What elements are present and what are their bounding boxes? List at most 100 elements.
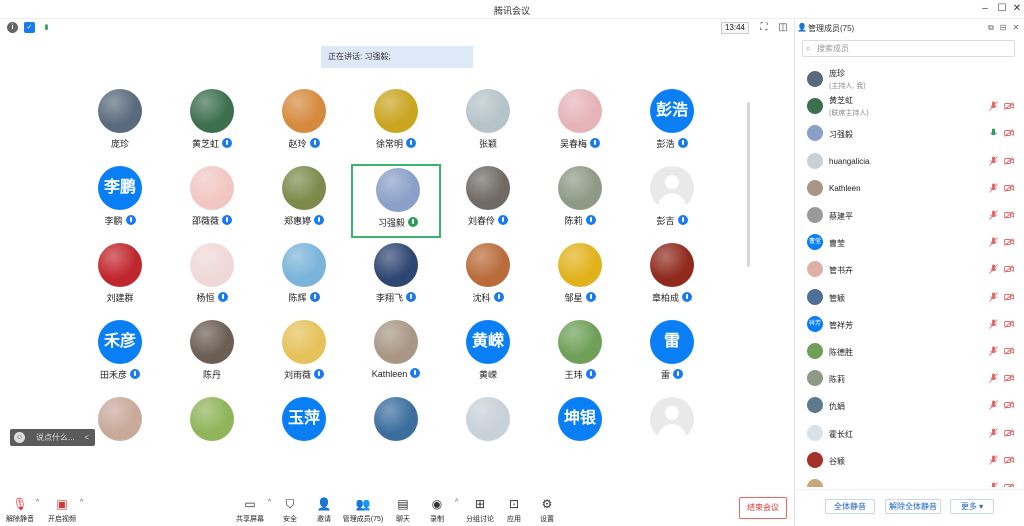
mic-muted-icon[interactable] xyxy=(989,482,998,487)
camera-off-icon[interactable] xyxy=(1004,157,1014,165)
quick-chat-input[interactable]: 说点什么... xyxy=(36,429,75,446)
member-row[interactable]: 陈德胜 xyxy=(796,339,1024,366)
member-row[interactable]: 陈莉 xyxy=(796,366,1024,393)
mic-muted-icon[interactable] xyxy=(989,319,998,329)
end-meeting-button[interactable]: 结束会议 xyxy=(739,497,787,519)
maximize-icon[interactable]: ☐ xyxy=(995,2,1009,16)
member-row[interactable]: 管书卉 xyxy=(796,257,1024,284)
participant-tile[interactable]: 杨恒 xyxy=(167,241,257,315)
participant-tile[interactable]: 沈科 xyxy=(443,241,533,315)
participant-tile[interactable] xyxy=(167,395,257,465)
participant-tile[interactable]: 禾彦 田禾彦 xyxy=(75,318,165,392)
participant-tile[interactable]: 玉萍 xyxy=(259,395,349,465)
breakout-button[interactable]: ⊞ 分组讨论 xyxy=(462,496,498,526)
manage-members-button[interactable]: 👥 管理成员(75) xyxy=(342,496,384,526)
share-options-caret[interactable]: ^ xyxy=(268,499,271,506)
participant-tile[interactable] xyxy=(627,395,715,465)
participant-tile[interactable]: 彭吉 xyxy=(627,164,715,238)
signal-icon[interactable]: ▮ xyxy=(41,22,52,33)
mic-muted-icon[interactable] xyxy=(989,101,998,111)
camera-off-icon[interactable] xyxy=(1004,184,1014,192)
camera-off-icon[interactable] xyxy=(1004,429,1014,437)
member-row[interactable]: Kathleen xyxy=(796,176,1024,203)
mic-muted-icon[interactable] xyxy=(989,183,998,193)
member-row[interactable]: 庞珍 (主持人, 我) xyxy=(796,67,1024,94)
minimize-icon[interactable]: – xyxy=(978,2,992,16)
record-options-caret[interactable]: ^ xyxy=(455,499,458,506)
mic-active-icon[interactable] xyxy=(989,128,998,138)
mic-muted-icon[interactable] xyxy=(989,428,998,438)
participant-tile[interactable]: Kathleen xyxy=(351,318,441,392)
member-row[interactable]: 祥芳 管祥芳 xyxy=(796,312,1024,339)
participant-tile[interactable]: 陈莉 xyxy=(535,164,625,238)
participant-tile[interactable]: 习强毅 xyxy=(351,164,441,238)
record-button[interactable]: ◉ 录制 xyxy=(419,496,455,526)
quick-chat-bar[interactable]: ☺ 说点什么... < xyxy=(10,429,95,446)
participant-tile[interactable]: 李翔飞 xyxy=(351,241,441,315)
participant-tile[interactable]: 赵玲 xyxy=(259,87,349,161)
share-screen-button[interactable]: ▭ 共享屏幕 xyxy=(232,496,268,526)
participant-tile[interactable]: 张颖 xyxy=(443,87,533,161)
mic-muted-icon[interactable] xyxy=(989,346,998,356)
participant-tile[interactable]: 黄嵘 黄嵘 xyxy=(443,318,533,392)
participant-tile[interactable]: 坤银 xyxy=(535,395,625,465)
emoji-icon[interactable]: ☺ xyxy=(14,432,25,443)
more-button[interactable]: 更多 ▾ xyxy=(950,499,994,514)
camera-off-icon[interactable] xyxy=(1004,265,1014,273)
mic-muted-icon[interactable] xyxy=(989,373,998,383)
camera-off-icon[interactable] xyxy=(1004,401,1014,409)
participant-tile[interactable]: 黄芝虹 xyxy=(167,87,257,161)
mute-all-button[interactable]: 全体静音 xyxy=(825,499,875,514)
apps-button[interactable]: ⊡ 应用 xyxy=(496,496,532,526)
layout-icon[interactable]: ◫ xyxy=(777,22,789,34)
participant-tile[interactable]: 陈辉 xyxy=(259,241,349,315)
camera-off-icon[interactable] xyxy=(1004,374,1014,382)
participant-tile[interactable] xyxy=(443,395,533,465)
mic-muted-icon[interactable] xyxy=(989,292,998,302)
participant-tile[interactable]: 雷雷 xyxy=(627,318,715,392)
participant-tile[interactable]: 邹星 xyxy=(535,241,625,315)
member-row[interactable]: 曹莹 曹莹 xyxy=(796,230,1024,257)
participant-tile[interactable]: 吴春梅 xyxy=(535,87,625,161)
fullscreen-icon[interactable]: ⛶ xyxy=(758,22,770,34)
participant-tile[interactable]: 章柏成 xyxy=(627,241,715,315)
member-row[interactable]: 习强毅 xyxy=(796,121,1024,148)
mic-muted-icon[interactable] xyxy=(989,156,998,166)
participant-tile[interactable]: 徐常明 xyxy=(351,87,441,161)
start-video-button[interactable]: ▣ 开启视频 xyxy=(44,496,80,526)
member-row[interactable]: huangalicia xyxy=(796,149,1024,176)
participant-tile[interactable]: 郑惠婷 xyxy=(259,164,349,238)
participant-tile[interactable]: 刘雨薇 xyxy=(259,318,349,392)
participant-tile[interactable] xyxy=(351,395,441,465)
mic-muted-icon[interactable] xyxy=(989,210,998,220)
unmute-all-button[interactable]: 解除全体静音 xyxy=(885,499,941,514)
settings-button[interactable]: ⚙ 设置 xyxy=(529,496,565,526)
info-icon[interactable]: i xyxy=(7,22,18,33)
camera-off-icon[interactable] xyxy=(1004,293,1014,301)
participant-tile[interactable]: 庞珍 xyxy=(75,87,165,161)
member-row[interactable]: 谷颖 xyxy=(796,448,1024,475)
member-row[interactable]: 管颖 xyxy=(796,285,1024,312)
unmute-button[interactable]: 🎙 解除静音 xyxy=(2,496,38,526)
participant-tile[interactable]: 邵薇薇 xyxy=(167,164,257,238)
popout-icon[interactable]: ⧉ xyxy=(986,23,996,33)
shield-icon[interactable]: ✓ xyxy=(24,22,35,33)
participant-tile[interactable]: 陈丹 xyxy=(167,318,257,392)
video-options-caret[interactable]: ^ xyxy=(80,499,83,506)
member-row[interactable]: 黄芝虹 (联席主持人) xyxy=(796,94,1024,121)
participant-tile[interactable]: 刘春伶 xyxy=(443,164,533,238)
participant-tile[interactable]: 李鹏 李鹏 xyxy=(75,164,165,238)
chat-button[interactable]: ▤ 聊天 xyxy=(385,496,421,526)
participant-tile[interactable]: 彭浩 彭浩 xyxy=(627,87,715,161)
mic-options-caret[interactable]: ^ xyxy=(36,499,39,506)
member-search-input[interactable]: ⌕ 搜索成员 xyxy=(802,40,1015,57)
member-row[interactable]: 蔡建平 xyxy=(796,203,1024,230)
mic-muted-icon[interactable] xyxy=(989,400,998,410)
member-row[interactable] xyxy=(796,475,1024,487)
camera-off-icon[interactable] xyxy=(1004,483,1014,487)
mic-muted-icon[interactable] xyxy=(989,264,998,274)
grid-scrollbar[interactable] xyxy=(747,102,750,267)
camera-off-icon[interactable] xyxy=(1004,102,1014,110)
camera-off-icon[interactable] xyxy=(1004,238,1014,246)
invite-button[interactable]: 👤 邀请 xyxy=(306,496,342,526)
